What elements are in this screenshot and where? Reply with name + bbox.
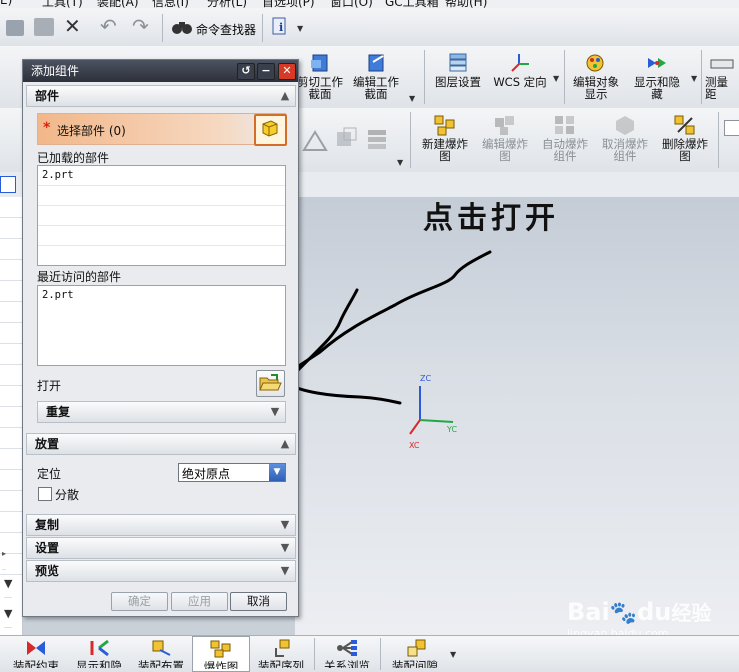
list-item[interactable]: 2.prt xyxy=(38,286,285,305)
chevron-down-icon[interactable]: ▼ xyxy=(268,405,282,419)
add-component-dialog: 添加组件 ↺ − ✕ 部件 ▲ * 选择部件 (0) 已加载的部件 2.prt … xyxy=(22,59,299,617)
cancel-button[interactable]: 取消 xyxy=(230,592,287,611)
explosion-view-button[interactable]: 爆炸图 xyxy=(192,636,250,672)
explode-icon xyxy=(208,639,234,659)
section-settings-header[interactable]: 设置 ▼ xyxy=(26,537,296,559)
section-parts-header[interactable]: 部件 ▲ xyxy=(26,85,296,107)
select-part-button[interactable] xyxy=(254,114,287,146)
minimize-icon[interactable]: − xyxy=(257,63,275,80)
section-preview-header[interactable]: 预览 ▼ xyxy=(26,560,296,582)
recent-parts-list[interactable]: 2.prt xyxy=(37,285,286,366)
open-file-button[interactable] xyxy=(256,370,285,397)
show-hide-constraint-button[interactable]: 显示和隐 xyxy=(68,638,130,668)
scatter-checkbox[interactable] xyxy=(38,487,52,501)
reset-icon[interactable]: ↺ xyxy=(237,63,255,80)
relation-browser-button[interactable]: 关系浏览 xyxy=(316,638,378,668)
chevron-down-icon[interactable]: ▼ xyxy=(450,650,456,659)
recent-parts-label: 最近访问的部件 xyxy=(37,270,122,284)
dialog-titlebar[interactable]: 添加组件 ↺ − ✕ xyxy=(23,60,298,82)
list-item[interactable]: 2.prt xyxy=(38,166,285,186)
required-marker: * xyxy=(43,120,51,136)
loaded-parts-list[interactable]: 2.prt xyxy=(37,165,286,266)
constraint-icon xyxy=(23,638,49,658)
show-hide-icon xyxy=(86,638,112,658)
sequence-icon xyxy=(268,638,294,658)
relation-tree-icon xyxy=(334,638,360,658)
position-label: 定位 xyxy=(37,467,62,481)
clearance-icon xyxy=(402,638,428,658)
chevron-down-icon[interactable]: ▼ xyxy=(278,518,292,532)
dialog-title: 添加组件 xyxy=(31,64,80,78)
assembly-constraint-button[interactable]: 装配约束 xyxy=(4,638,68,668)
cube-icon xyxy=(262,120,278,137)
arrangement-icon xyxy=(148,638,174,658)
chevron-down-icon[interactable]: ▼ xyxy=(269,464,285,481)
assembly-clearance-button[interactable]: 装配间隙 xyxy=(384,638,446,668)
chevron-down-icon[interactable]: ▼ xyxy=(278,541,292,555)
repeat-subsection[interactable]: 重复 ▼ xyxy=(37,401,286,423)
close-icon[interactable]: ✕ xyxy=(278,63,296,80)
assembly-sequence-button[interactable]: 装配序列 xyxy=(250,638,312,668)
collapse-icon[interactable]: ▲ xyxy=(278,437,292,451)
section-copy-header[interactable]: 复制 ▼ xyxy=(26,514,296,536)
select-part-row[interactable]: * 选择部件 (0) xyxy=(37,113,286,145)
section-placement-header[interactable]: 放置 ▲ xyxy=(26,433,296,455)
select-part-label: 选择部件 (0) xyxy=(57,124,126,138)
assembly-bottom-toolbar: 装配约束 显示和隐 装配布置 爆炸图 装配序列 关系浏览 装配间隙 ▼ xyxy=(0,635,739,672)
collapse-icon[interactable]: ▲ xyxy=(278,89,292,103)
apply-button[interactable]: 应用 xyxy=(171,592,228,611)
ok-button[interactable]: 确定 xyxy=(111,592,168,611)
open-folder-icon xyxy=(259,374,282,391)
assembly-arrangement-button[interactable]: 装配布置 xyxy=(130,638,192,668)
position-select[interactable]: 绝对原点 ▼ xyxy=(178,463,286,482)
open-label: 打开 xyxy=(37,379,62,393)
scatter-label: 分散 xyxy=(55,488,80,502)
loaded-parts-label: 已加载的部件 xyxy=(37,151,110,165)
chevron-down-icon[interactable]: ▼ xyxy=(278,564,292,578)
